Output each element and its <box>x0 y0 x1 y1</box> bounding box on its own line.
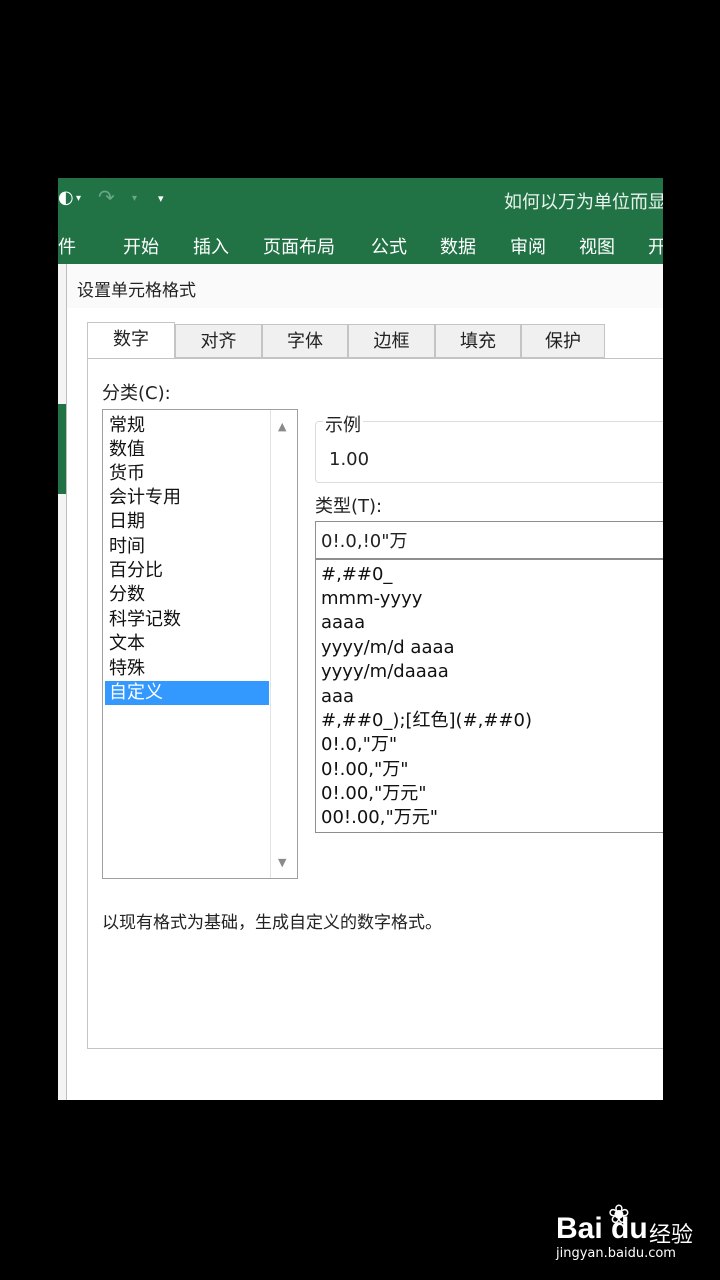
category-label: 分类(C): <box>102 383 171 404</box>
redo-icon[interactable]: ↷ <box>98 185 115 209</box>
format-item[interactable]: #,##0_);[红色](#,##0) <box>321 709 532 733</box>
format-item[interactable]: #,##0_ <box>321 563 392 587</box>
worksheet-edge <box>58 264 66 1100</box>
ribbon-tab-formulas[interactable]: 公式 <box>371 233 407 259</box>
type-input[interactable] <box>315 521 663 559</box>
save-icon[interactable]: ◐ <box>58 187 74 208</box>
tab-border[interactable]: 边框 <box>348 324 435 358</box>
category-list[interactable]: 常规 数值 货币 会计专用 日期 时间 百分比 分数 科学记数 文本 特殊 自定… <box>102 409 298 879</box>
category-item-accounting[interactable]: 会计专用 <box>105 486 269 510</box>
ribbon-tab-home[interactable]: 开始 <box>123 233 159 259</box>
ribbon-tabs: 件 开始 插入 页面布局 公式 数据 审阅 视图 开 <box>58 222 663 264</box>
format-item[interactable]: 0!.0,"万" <box>321 733 397 757</box>
scroll-up-arrow-icon[interactable]: ▲ <box>278 420 286 433</box>
category-item-percentage[interactable]: 百分比 <box>105 559 269 583</box>
format-item[interactable]: mmm-yyyy <box>321 587 422 611</box>
format-item[interactable]: aaa <box>321 685 354 709</box>
format-item[interactable]: 0!.00,"万" <box>321 758 409 782</box>
tab-protection[interactable]: 保护 <box>521 324 605 358</box>
category-item-special[interactable]: 特殊 <box>105 657 269 681</box>
format-cells-dialog: 设置单元格格式 数字 对齐 字体 边框 填充 保护 分类(C): 常规 数值 货… <box>66 264 663 1100</box>
category-scrollbar[interactable]: ▲ ▼ <box>270 410 297 878</box>
ribbon-tab-file[interactable]: 件 <box>58 233 76 259</box>
selected-cell-marker <box>58 404 66 494</box>
baidu-jingyan-watermark: Bai du ❀ 经验 jingyan.baidu.com <box>556 1200 696 1270</box>
category-item-date[interactable]: 日期 <box>105 510 269 534</box>
format-item[interactable]: yyyy/m/daaaa <box>321 660 449 684</box>
category-item-scientific[interactable]: 科学记数 <box>105 608 269 632</box>
type-label: 类型(T): <box>315 496 383 517</box>
customize-quick-access-icon[interactable]: ▾ <box>158 192 164 205</box>
category-item-fraction[interactable]: 分数 <box>105 583 269 607</box>
ribbon-tab-insert[interactable]: 插入 <box>193 233 229 259</box>
category-item-text[interactable]: 文本 <box>105 632 269 656</box>
category-item-currency[interactable]: 货币 <box>105 462 269 486</box>
redo-dropdown-icon[interactable]: ▾ <box>132 193 137 204</box>
format-list[interactable]: #,##0_ mmm-yyyy aaaa yyyy/m/d aaaa yyyy/… <box>315 559 663 833</box>
tab-alignment[interactable]: 对齐 <box>175 324 262 358</box>
jingyan-brand-text: 经验 <box>649 1223 694 1248</box>
format-item[interactable]: yyyy/m/d aaaa <box>321 636 455 660</box>
tab-fill[interactable]: 填充 <box>435 324 521 358</box>
title-bar: ◐ ▾ ↷ ▾ ▾ 如何以万为单位而显 <box>58 178 663 222</box>
format-item[interactable]: 00!.00,"万元" <box>321 806 438 830</box>
undo-dropdown-icon[interactable]: ▾ <box>76 193 81 204</box>
ribbon-tab-review[interactable]: 审阅 <box>510 233 546 259</box>
ribbon-tab-developer[interactable]: 开 <box>648 233 663 259</box>
ribbon-tab-data[interactable]: 数据 <box>440 233 476 259</box>
category-item-number[interactable]: 数值 <box>105 438 269 462</box>
scroll-down-arrow-icon[interactable]: ▼ <box>278 856 286 869</box>
dialog-title: 设置单元格格式 <box>77 281 196 301</box>
category-item-custom[interactable]: 自定义 <box>105 681 269 705</box>
format-description: 以现有格式为基础，生成自定义的数字格式。 <box>102 913 442 933</box>
format-item[interactable]: 0!.00,"万元" <box>321 782 427 806</box>
excel-window: ◐ ▾ ↷ ▾ ▾ 如何以万为单位而显 件 开始 插入 页面布局 公式 数据 审… <box>58 178 663 1100</box>
baidu-logo-text: Bai du <box>556 1212 648 1245</box>
ribbon-tab-view[interactable]: 视图 <box>579 233 615 259</box>
ribbon-tab-page-layout[interactable]: 页面布局 <box>263 233 335 259</box>
category-item-general[interactable]: 常规 <box>105 414 269 438</box>
category-item-time[interactable]: 时间 <box>105 535 269 559</box>
sample-value: 1.00 <box>329 449 370 470</box>
baidu-paw-icon: ❀ <box>608 1200 630 1230</box>
tab-font[interactable]: 字体 <box>262 324 348 358</box>
format-item[interactable]: aaaa <box>321 611 365 635</box>
watermark-url: jingyan.baidu.com <box>556 1246 676 1261</box>
window-title: 如何以万为单位而显 <box>504 192 663 213</box>
sample-label: 示例 <box>323 411 363 437</box>
tab-number[interactable]: 数字 <box>87 322 175 358</box>
